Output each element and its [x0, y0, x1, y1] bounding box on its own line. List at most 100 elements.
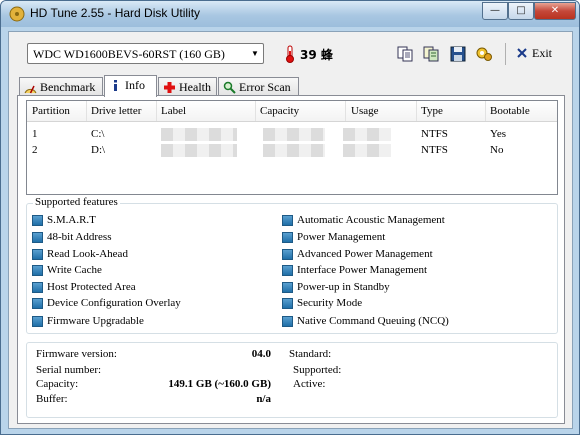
feature-indicator	[282, 282, 293, 293]
feature-indicator	[282, 298, 293, 309]
redacted-capacity	[263, 144, 325, 157]
feature-label: Advanced Power Management	[297, 248, 433, 260]
redacted-label	[161, 128, 237, 141]
hd-tune-app-icon	[9, 6, 25, 22]
feature-indicator	[32, 232, 43, 243]
title-bar[interactable]: HD Tune 2.55 - Hard Disk Utility — □ ✕	[1, 1, 579, 27]
window-title: HD Tune 2.55 - Hard Disk Utility	[30, 6, 201, 20]
column-divider	[156, 101, 157, 121]
capacity-label: Capacity:	[36, 378, 79, 390]
supported-features-title: Supported features	[33, 196, 120, 208]
app-window: HD Tune 2.55 - Hard Disk Utility — □ ✕ W…	[0, 0, 580, 435]
redacted-label	[161, 144, 237, 157]
column-header-type[interactable]: Type	[421, 105, 443, 117]
tab-benchmark[interactable]: Benchmark	[19, 77, 103, 96]
maximize-button[interactable]: □	[508, 2, 534, 20]
column-header-drive-letter[interactable]: Drive letter	[91, 105, 141, 117]
feature-label: S.M.A.R.T	[47, 214, 96, 226]
drive-details-group: Firmware version: 04.0 Serial number: Ca…	[26, 342, 558, 418]
feature-indicator	[32, 316, 43, 327]
info-panel: Partition Drive letter Label Capacity Us…	[17, 95, 565, 424]
feature-label: Interface Power Management	[297, 264, 428, 276]
feature-label: Automatic Acoustic Management	[297, 214, 445, 226]
tab-health[interactable]: Health	[158, 77, 217, 96]
feature-label: Firmware Upgradable	[47, 315, 144, 327]
partition-list-header: Partition Drive letter Label Capacity Us…	[27, 101, 557, 122]
cell-partition: 2	[32, 144, 38, 156]
feature-label: 48-bit Address	[47, 231, 112, 243]
toolbar-separator	[505, 43, 506, 65]
feature-label: Host Protected Area	[47, 281, 136, 293]
minimize-button[interactable]: —	[482, 2, 508, 20]
column-divider	[485, 101, 486, 121]
feature-indicator	[282, 316, 293, 327]
tab-bar: Benchmark Info Health Error Scan	[19, 75, 559, 97]
save-icon[interactable]	[449, 45, 467, 63]
tab-info[interactable]: Info	[104, 75, 157, 97]
cell-drive-letter: C:\	[91, 128, 105, 140]
supported-label: Supported:	[293, 364, 342, 376]
serial-label: Serial number:	[36, 364, 102, 376]
temperature-value: 39 蜂	[300, 48, 333, 62]
tab-health-label: Health	[179, 80, 211, 94]
feature-indicator	[282, 232, 293, 243]
copy-all-icon[interactable]	[422, 45, 440, 63]
feature-label: Write Cache	[47, 264, 102, 276]
feature-label: Power Management	[297, 231, 386, 243]
client-area: WDC WD1600BEVS-60RST (160 GB) ▼ 39 蜂 Exi…	[8, 31, 573, 429]
column-header-label[interactable]: Label	[161, 105, 186, 117]
column-header-usage[interactable]: Usage	[351, 105, 379, 117]
drive-select[interactable]: WDC WD1600BEVS-60RST (160 GB) ▼	[27, 43, 264, 64]
feature-label: Native Command Queuing (NCQ)	[297, 315, 449, 327]
tab-benchmark-label: Benchmark	[40, 80, 96, 94]
health-icon	[164, 82, 175, 93]
partition-list[interactable]: Partition Drive letter Label Capacity Us…	[26, 100, 558, 195]
feature-label: Read Look-Ahead	[47, 248, 128, 260]
column-divider	[255, 101, 256, 121]
cell-bootable: No	[490, 144, 504, 156]
column-divider	[345, 101, 346, 121]
column-header-partition[interactable]: Partition	[32, 105, 70, 117]
cell-bootable: Yes	[490, 128, 507, 140]
feature-indicator	[282, 249, 293, 260]
cell-type: NTFS	[421, 128, 448, 140]
cell-drive-letter: D:\	[91, 144, 106, 156]
redacted-capacity	[263, 128, 325, 141]
tab-info-label: Info	[125, 78, 145, 92]
cell-type: NTFS	[421, 144, 448, 156]
chevron-down-icon[interactable]: ▼	[247, 44, 263, 63]
table-row[interactable]: 1 C:\ NTFS Yes	[27, 127, 557, 143]
active-label: Active:	[293, 378, 326, 390]
column-divider	[416, 101, 417, 121]
feature-label: Power-up in Standby	[297, 281, 390, 293]
redacted-usage	[343, 144, 391, 157]
column-header-capacity[interactable]: Capacity	[260, 105, 299, 117]
drive-select-value: WDC WD1600BEVS-60RST (160 GB)	[33, 47, 225, 61]
error-scan-icon	[223, 81, 236, 94]
feature-indicator	[282, 265, 293, 276]
feature-indicator	[32, 215, 43, 226]
buffer-label: Buffer:	[36, 393, 68, 405]
exit-icon	[517, 48, 527, 58]
column-header-bootable[interactable]: Bootable	[490, 105, 530, 117]
close-button[interactable]: ✕	[534, 2, 576, 20]
tab-error-scan[interactable]: Error Scan	[218, 77, 299, 96]
copy-icon[interactable]	[396, 45, 414, 63]
feature-indicator	[32, 249, 43, 260]
tab-error-scan-label: Error Scan	[239, 80, 291, 94]
benchmark-icon	[24, 85, 37, 94]
feature-indicator	[32, 265, 43, 276]
firmware-label: Firmware version:	[36, 348, 117, 360]
feature-label: Security Mode	[297, 297, 363, 309]
table-row[interactable]: 2 D:\ NTFS No	[27, 143, 557, 159]
capacity-value: 149.1 GB (~160.0 GB)	[168, 378, 271, 390]
info-icon	[114, 80, 117, 91]
exit-label: Exit	[532, 46, 552, 60]
options-icon[interactable]	[475, 45, 493, 63]
feature-indicator	[32, 298, 43, 309]
redacted-usage	[343, 128, 391, 141]
feature-label: Device Configuration Overlay	[47, 297, 181, 309]
column-divider	[86, 101, 87, 121]
supported-features-group: Supported features S.M.A.R.T 48-bit Addr…	[26, 196, 558, 334]
feature-indicator	[282, 215, 293, 226]
